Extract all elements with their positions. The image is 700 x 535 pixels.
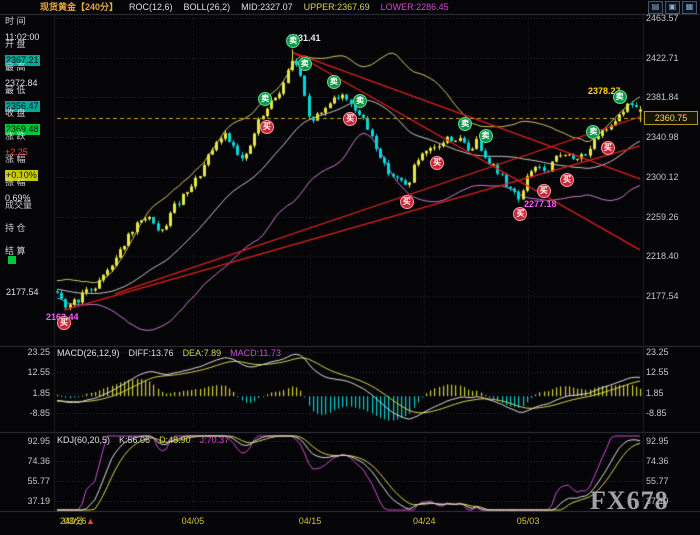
macd-title: MACD(26,12,9)	[57, 348, 120, 358]
period-selector[interactable]: 240分 ▲	[60, 516, 95, 527]
macd-macd-value: MACD:11.73	[230, 348, 281, 358]
settlement-indicator	[8, 256, 16, 264]
window-control-button-3[interactable]: ▦	[682, 1, 697, 14]
macd-panel-header: MACD(26,12,9) DIFF:13.76 DEA:7.89 MACD:1…	[57, 348, 281, 359]
kdj-k-value: K:56.06	[119, 435, 151, 445]
current-price-tag: 2360.75	[644, 111, 698, 125]
period-label: 240分	[60, 516, 85, 526]
macd-dea-value: DEA:7.89	[182, 348, 222, 358]
quote-label: 涨 幅	[5, 154, 26, 164]
quote-label: 成交量	[5, 200, 33, 210]
kdj-title: KDJ(60,20,5)	[57, 435, 111, 445]
quote-row-volume: 成交量	[0, 200, 53, 223]
symbol-period-label[interactable]: 现货黄金【240分】	[40, 1, 118, 13]
quote-row-open-interest: 持 仓	[0, 223, 53, 246]
window-controls: ▤ ▣ ▦	[648, 1, 697, 14]
kdj-d-value: D:48.90	[159, 435, 191, 445]
boll-upper-value: UPPER:2367.69	[303, 2, 370, 12]
boll-indicator-label: BOLL(26,2)	[183, 2, 231, 12]
trading-app-window: 现货黄金【240分】 ROC(12,6) BOLL(26,2) MID:2327…	[0, 0, 700, 535]
fx678-watermark: FX678	[590, 486, 669, 515]
titlebar: 现货黄金【240分】 ROC(12,6) BOLL(26,2) MID:2327…	[0, 0, 700, 14]
price-axis-label-left: 2177.54	[6, 287, 39, 297]
quote-label: 时 间	[5, 16, 26, 26]
quote-sidebar: 时 间 11:02:00 开 盘 2367.21 最 高 2372.84 最 低…	[0, 16, 53, 269]
period-up-arrow-icon: ▲	[86, 516, 95, 526]
kdj-panel-header: KDJ(60,20,5) K:56.06 D:48.90 J:70.37	[57, 435, 229, 446]
quote-label: 持 仓	[5, 223, 26, 233]
roc-indicator-label: ROC(12,6)	[129, 2, 173, 12]
kdj-j-value: J:70.37	[199, 435, 230, 445]
quote-row-time: 时 间 11:02:00	[0, 16, 53, 42]
boll-mid-value: MID:2327.07	[241, 2, 293, 12]
chart-canvas[interactable]	[0, 0, 700, 535]
window-control-button-1[interactable]: ▤	[648, 1, 663, 14]
boll-lower-value: LOWER:2286.45	[380, 2, 449, 12]
macd-diff-value: DIFF:13.76	[128, 348, 174, 358]
window-control-button-2[interactable]: ▣	[665, 1, 680, 14]
